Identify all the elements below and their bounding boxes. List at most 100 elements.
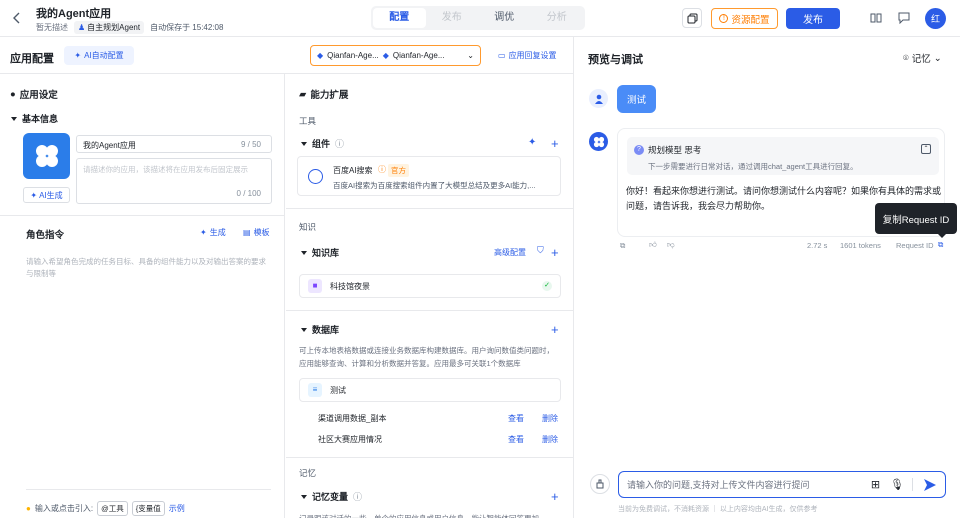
broom-icon xyxy=(596,479,604,489)
chat-icon: ▭ xyxy=(498,51,506,60)
copy-button[interactable] xyxy=(682,8,702,28)
tab-tune[interactable]: 调优 xyxy=(478,8,531,28)
clover-icon xyxy=(593,136,604,147)
add-knowledge-button[interactable]: + xyxy=(551,246,559,259)
insert-example-link[interactable]: 示例 xyxy=(169,503,185,514)
knowledge-base-heading[interactable]: 知识库 xyxy=(301,246,339,259)
add-database-button[interactable]: + xyxy=(551,323,559,336)
collapse-icon xyxy=(11,116,17,121)
send-icon[interactable] xyxy=(923,478,937,492)
app-description-counter: 0 / 100 xyxy=(236,189,261,198)
template-icon: ▤ xyxy=(243,228,251,237)
collapse-icon xyxy=(301,494,307,499)
memory-group-label: 记忆 xyxy=(299,468,317,478)
app-description-input[interactable]: 请描述你的应用，该描述将在应用发布后固定展示 0 / 100 xyxy=(76,158,272,204)
microphone-icon[interactable]: 🎙︎ xyxy=(890,478,904,491)
memory-variable-heading[interactable]: 记忆变量 ⓘ xyxy=(301,490,362,503)
sparkle-icon[interactable]: ✦ xyxy=(528,137,536,148)
divider xyxy=(26,489,271,490)
upload-file-icon[interactable]: ⊞ xyxy=(871,478,880,491)
basic-info-heading[interactable]: 基本信息 xyxy=(11,112,58,125)
book-icon[interactable] xyxy=(870,12,882,24)
resource-config-button[interactable]: ! 资源配置 xyxy=(711,8,778,29)
tab-analyze[interactable]: 分析 xyxy=(531,8,584,28)
ai-auto-config-button[interactable]: ✦ AI自动配置 xyxy=(64,46,134,65)
app-icon-tile[interactable] xyxy=(23,133,70,179)
plugin-name: 百度AI搜索 xyxy=(333,166,373,175)
plugin-card[interactable]: 百度AI搜索 ⓘ 官方 百度AI搜索为百度搜索组件内置了大模型总结及更多AI能力… xyxy=(297,156,561,196)
user-avatar-small xyxy=(589,89,608,108)
divider xyxy=(912,478,913,491)
capabilities-title: 能力扩展 xyxy=(310,90,349,101)
thinking-header[interactable]: ? 规划模型 思考 xyxy=(634,144,701,156)
thinking-detail: 下一步需要进行日常对话，通过调用chat_agent工具进行回复。 xyxy=(648,162,858,171)
database-name: 测试 xyxy=(330,385,346,395)
delete-link[interactable]: 删除 xyxy=(542,413,558,424)
copy-request-id-icon[interactable]: ⧉ xyxy=(938,240,943,250)
agent-icon: ♟ xyxy=(78,23,86,32)
thumbs-up-icon[interactable]: 👍︎ xyxy=(649,240,657,250)
database-heading[interactable]: 数据库 xyxy=(301,323,339,336)
publish-button[interactable]: 发布 xyxy=(786,8,840,29)
app-name-input[interactable]: 我的Agent应用 9 / 50 xyxy=(76,135,272,153)
ai-generate-button[interactable]: ✦ AI生成 xyxy=(23,187,70,203)
delete-link[interactable]: 删除 xyxy=(542,434,558,445)
tab-config[interactable]: 配置 xyxy=(373,8,426,28)
app-title: 我的Agent应用 xyxy=(36,8,112,20)
database-icon: ≡ xyxy=(308,383,322,397)
agent-type-label: 自主规划Agent xyxy=(87,23,141,32)
chat-input[interactable]: 请输入你的问题,支持对上传文件内容进行提问 ⊞ 🎙︎ xyxy=(618,471,946,498)
request-id-label: Request ID xyxy=(896,241,934,250)
copy-icon xyxy=(687,13,697,23)
clear-chat-button[interactable] xyxy=(590,474,610,494)
app-description-placeholder: 请描述你的应用，该描述将在应用发布后固定展示 xyxy=(83,165,248,174)
role-generate-button[interactable]: ✦ 生成 xyxy=(200,227,226,238)
help-icon: ⓘ xyxy=(353,492,363,502)
divider xyxy=(286,208,574,209)
user-avatar[interactable]: 红 xyxy=(925,8,946,29)
components-heading[interactable]: 组件 ⓘ xyxy=(301,137,344,150)
preview-panel: 预览与调试 ⌾ 记忆 ⌄ 测试 ? 规划模型 思考 ⌃ 下一步需要进行日常对话，… xyxy=(575,37,960,518)
insert-tool-button[interactable]: @工具 xyxy=(97,501,128,516)
app-name-counter: 9 / 50 xyxy=(240,140,261,149)
thumbs-down-icon[interactable]: 👎︎ xyxy=(667,240,675,250)
back-icon[interactable] xyxy=(10,10,24,26)
user-icon xyxy=(594,94,603,104)
user-message: 测试 xyxy=(617,85,656,113)
database-description: 可上传本地表格数据或连接业务数据库构建数据库。用户询问数值类问题时，应用能够查询… xyxy=(299,346,554,368)
tab-publish[interactable]: 发布 xyxy=(426,8,479,28)
add-memory-variable-button[interactable]: + xyxy=(551,490,559,503)
warning-icon: ! xyxy=(719,14,729,23)
bulb-icon: ● xyxy=(26,504,31,513)
sparkle-icon: ✦ xyxy=(74,51,82,60)
model-icon: ◆ xyxy=(317,51,324,60)
feedback-icon[interactable] xyxy=(898,12,910,24)
add-component-button[interactable]: + xyxy=(551,137,559,150)
reply-settings-link[interactable]: ▭ 应用回复设置 xyxy=(498,50,557,61)
model-select[interactable]: ◆ Qianfan-Age... ◆ Qianfan-Age... ⌄ xyxy=(310,45,481,66)
copy-icon[interactable]: ⧉ xyxy=(620,241,625,251)
insert-variable-button[interactable]: {变量值 xyxy=(131,501,165,516)
memory-dropdown[interactable]: ⌾ 记忆 ⌄ xyxy=(903,51,942,66)
kb-advanced-config-link[interactable]: 高级配置 xyxy=(494,247,526,258)
model-name-1: Qianfan-Age... xyxy=(327,51,379,60)
view-link[interactable]: 查看 xyxy=(508,434,524,445)
role-instruction-input[interactable]: 请输入希望角色完成的任务目标、具备的组件能力以及对输出答案的要求与限制等 xyxy=(26,256,266,280)
database-item[interactable]: ≡ 测试 xyxy=(299,378,561,402)
config-title: 应用配置 xyxy=(10,53,54,65)
components-title: 组件 xyxy=(312,139,331,149)
knowledge-item[interactable]: ■ 科技馆夜景 ✓ xyxy=(299,274,561,298)
role-template-label: 模板 xyxy=(253,228,270,237)
role-generate-label: 生成 xyxy=(209,228,226,237)
sparkle-icon: ✦ xyxy=(30,190,38,200)
view-link[interactable]: 查看 xyxy=(508,413,524,424)
model-name-2: Qianfan-Age... xyxy=(392,51,445,60)
filter-icon[interactable]: ⛉ xyxy=(537,245,544,256)
agent-type-tag: ♟ 自主规划Agent xyxy=(74,21,145,34)
app-description[interactable]: 暂无描述 xyxy=(36,22,68,33)
knowledge-item-name: 科技馆夜景 xyxy=(330,281,370,291)
role-template-button[interactable]: ▤ 模板 xyxy=(243,227,270,238)
collapse-panel-icon[interactable]: ⌃ xyxy=(921,144,931,154)
chevron-down-icon: ⌄ xyxy=(467,51,474,60)
plugin-icon xyxy=(308,169,323,184)
